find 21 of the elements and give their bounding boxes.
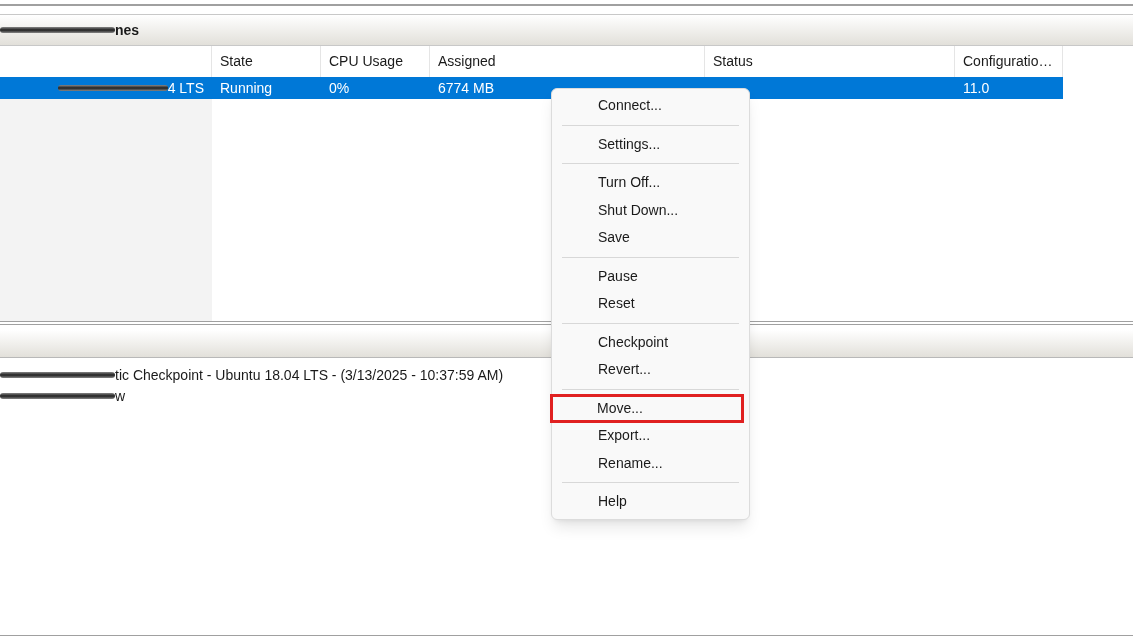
table-cell-text: 4 LTS bbox=[167, 78, 204, 98]
menu-item[interactable]: Turn Off... bbox=[552, 169, 749, 197]
menu-item[interactable]: Reset bbox=[552, 290, 749, 318]
menu-item[interactable]: Rename... bbox=[552, 449, 749, 477]
table-cell-text: 0% bbox=[329, 78, 350, 98]
menu-item[interactable]: Settings... bbox=[552, 130, 749, 158]
checkpoint-entry[interactable]: tic Checkpoint - Ubuntu 18.04 LTS - (3/13/2025 - 10:37:59 AM) bbox=[115, 364, 504, 386]
menu-item[interactable]: Shut Down... bbox=[552, 196, 749, 224]
table-row[interactable]: 4 LTS Running 0% 6774 MB 11.0 bbox=[0, 77, 1063, 99]
table-cell-text: Running bbox=[220, 78, 273, 98]
menu-item[interactable]: Save bbox=[552, 224, 749, 252]
table-cell-text: 6774 MB bbox=[438, 78, 495, 98]
menu-item[interactable]: Help bbox=[552, 488, 749, 516]
checkpoint-entry[interactable]: w bbox=[115, 385, 126, 407]
table-cell-text: 11.0 bbox=[963, 78, 990, 98]
menu-item[interactable]: Export... bbox=[552, 422, 749, 450]
menu-item[interactable]: Move... bbox=[551, 394, 743, 422]
menu-item[interactable]: Revert... bbox=[552, 356, 749, 384]
pane-title: nes bbox=[115, 20, 140, 40]
menu-item[interactable]: Checkpoint bbox=[552, 328, 749, 356]
menu-item[interactable]: Pause bbox=[552, 262, 749, 290]
